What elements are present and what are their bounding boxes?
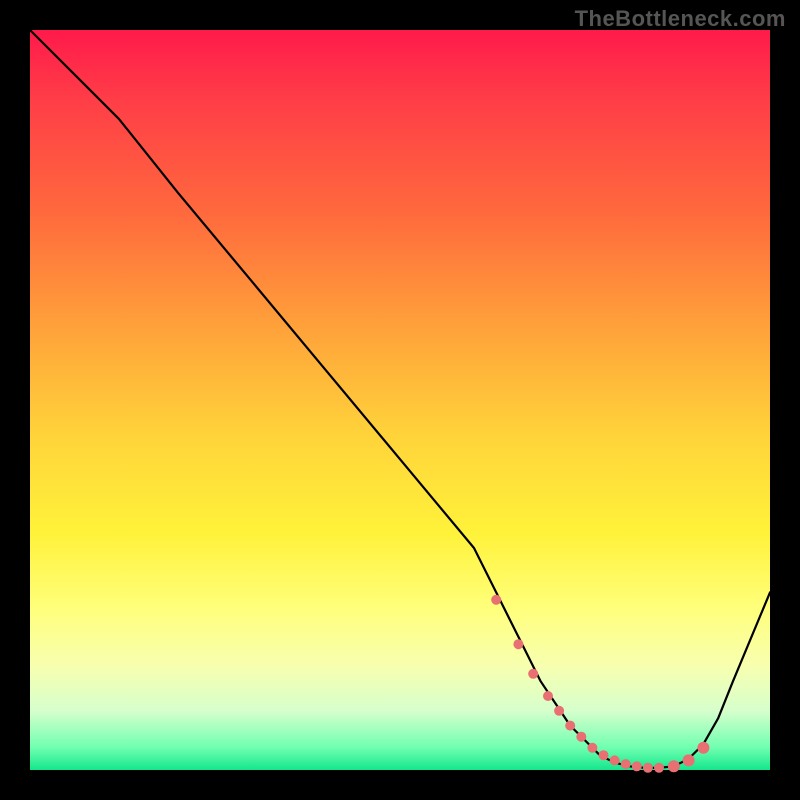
- data-marker: [528, 669, 538, 679]
- data-marker: [643, 763, 653, 773]
- bottleneck-curve: [30, 30, 770, 768]
- data-marker: [654, 763, 664, 773]
- data-marker: [491, 595, 501, 605]
- data-marker: [632, 761, 642, 771]
- watermark-text: TheBottleneck.com: [575, 6, 786, 32]
- data-marker: [697, 742, 709, 754]
- marker-group: [491, 595, 709, 773]
- data-marker: [576, 732, 586, 742]
- data-marker: [668, 760, 680, 772]
- data-marker: [543, 691, 553, 701]
- data-marker: [683, 754, 695, 766]
- data-marker: [599, 750, 609, 760]
- chart-svg: [30, 30, 770, 770]
- data-marker: [565, 721, 575, 731]
- data-marker: [554, 706, 564, 716]
- plot-area: [30, 30, 770, 770]
- data-marker: [587, 743, 597, 753]
- data-marker: [610, 755, 620, 765]
- data-marker: [621, 759, 631, 769]
- chart-stage: TheBottleneck.com: [0, 0, 800, 800]
- data-marker: [513, 639, 523, 649]
